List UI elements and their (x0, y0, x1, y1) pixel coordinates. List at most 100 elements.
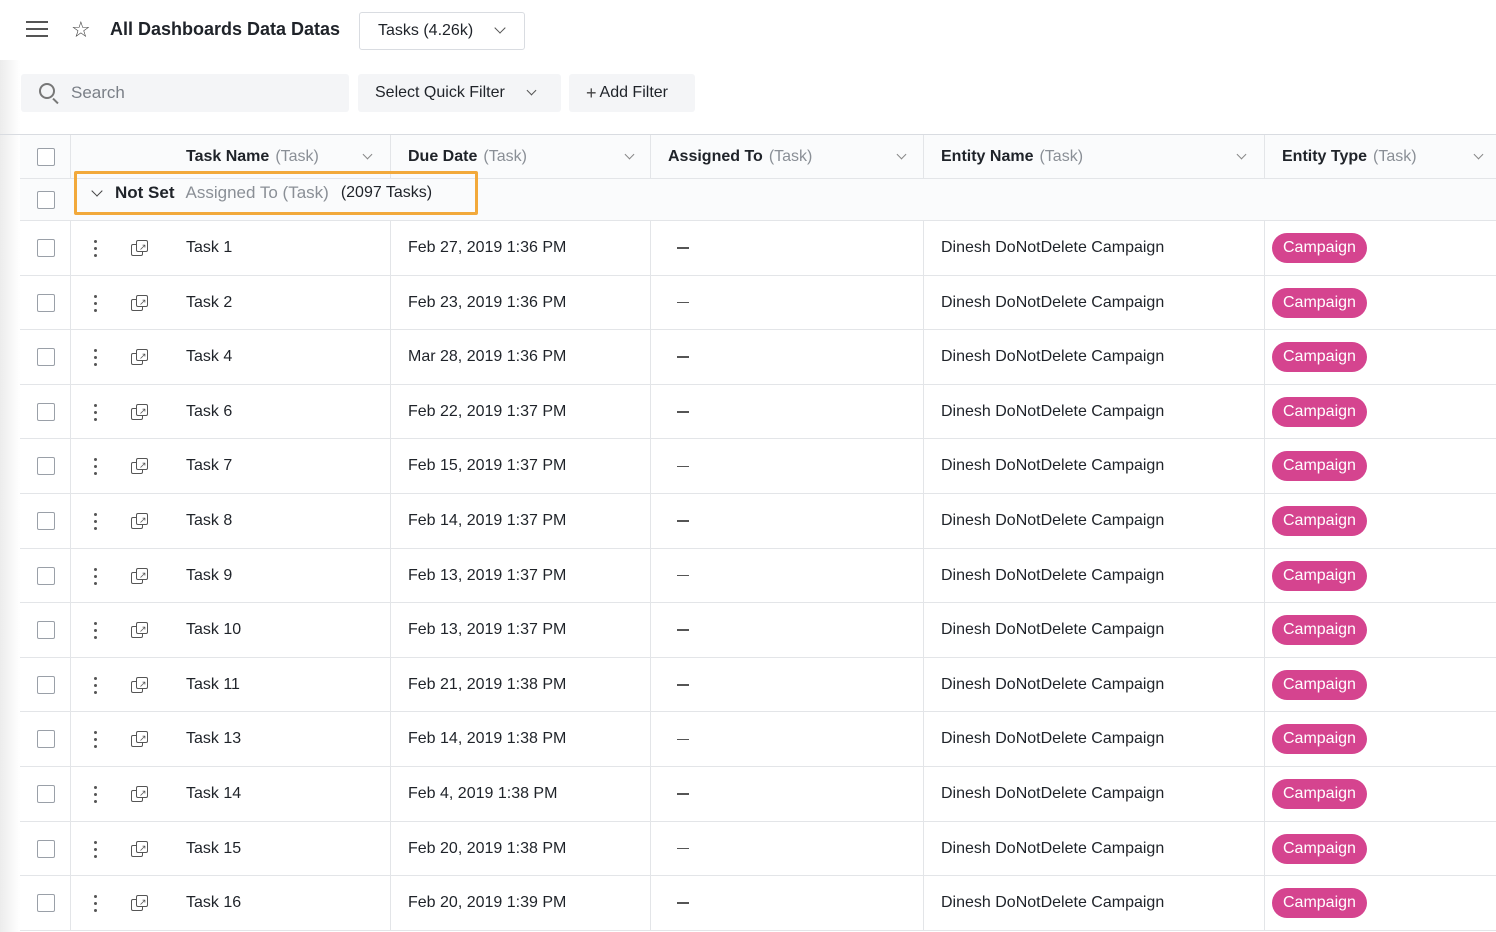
due-date-cell: Feb 14, 2019 1:37 PM (408, 511, 567, 529)
row-select-checkbox[interactable] (37, 839, 55, 858)
row-select-checkbox[interactable] (37, 621, 55, 640)
open-record-icon[interactable]: ↗ (131, 785, 149, 803)
row-select-checkbox[interactable] (37, 675, 55, 694)
table-row[interactable]: ↗ Task 6 Feb 22, 2019 1:37 PM Dinesh DoNotD… (20, 384, 1496, 440)
kebab-menu-icon[interactable] (94, 240, 98, 258)
kebab-menu-icon[interactable] (94, 840, 98, 859)
kebab-menu-icon[interactable] (94, 512, 98, 531)
row-select-checkbox[interactable] (37, 239, 55, 257)
table-row[interactable]: ↗ Task 11 Feb 21, 2019 1:38 PM Dinesh DoNot… (20, 657, 1496, 713)
assigned-to-cell (677, 276, 689, 330)
task-name-cell[interactable]: Task 16 (186, 876, 241, 930)
row-select-checkbox[interactable] (37, 894, 55, 913)
chevron-down-icon[interactable] (91, 185, 103, 197)
table-row[interactable]: ↗ Task 10 Feb 13, 2019 1:37 PM Dinesh DoNot… (20, 603, 1496, 658)
open-record-icon[interactable]: ↗ (131, 840, 149, 858)
star-icon[interactable]: ☆ (71, 18, 91, 42)
group-select-checkbox[interactable] (37, 191, 55, 209)
kebab-menu-icon[interactable] (94, 731, 98, 749)
assigned-to-cell (677, 822, 689, 876)
task-name-cell[interactable]: Task 9 (186, 549, 232, 603)
task-name-cell[interactable]: Task 10 (186, 603, 241, 657)
view-selector-dropdown[interactable]: Tasks (4.26k) (359, 12, 525, 50)
chevron-down-icon (494, 22, 506, 34)
kebab-menu-icon[interactable] (94, 895, 98, 913)
column-header-entity-name[interactable]: Entity Name (Task) (941, 135, 1264, 179)
open-record-icon[interactable]: ↗ (131, 676, 149, 694)
row-select-checkbox[interactable] (37, 566, 55, 585)
open-record-icon[interactable]: ↗ (131, 567, 149, 585)
due-date-cell: Feb 27, 2019 1:36 PM (408, 239, 567, 256)
select-all-checkbox[interactable] (37, 148, 55, 166)
open-record-icon[interactable]: ↗ (131, 403, 149, 421)
kebab-menu-icon[interactable] (94, 294, 98, 313)
task-name-cell[interactable]: Task 15 (186, 822, 241, 876)
hamburger-menu-icon[interactable] (26, 21, 50, 39)
assigned-to-cell (677, 603, 689, 657)
column-header-entity-type[interactable]: Entity Type (Task) (1282, 135, 1496, 179)
task-name-cell[interactable]: Task 6 (186, 385, 232, 439)
open-record-icon[interactable]: ↗ (131, 294, 149, 312)
chevron-down-icon[interactable] (1236, 149, 1247, 160)
column-header-assigned-to[interactable]: Assigned To (Task) (668, 135, 923, 179)
group-header-not-set[interactable]: Not Set Assigned To (Task) (2097 Tasks) (74, 171, 478, 215)
assigned-to-cell (677, 767, 689, 821)
kebab-menu-icon[interactable] (94, 403, 98, 422)
search-input[interactable] (71, 74, 341, 112)
task-name-cell[interactable]: Task 4 (186, 330, 232, 384)
open-record-icon[interactable]: ↗ (131, 458, 149, 475)
open-record-icon[interactable]: ↗ (131, 895, 149, 912)
open-record-icon[interactable]: ↗ (131, 349, 149, 366)
chevron-down-icon[interactable] (896, 149, 907, 160)
quick-filter-label: Select Quick Filter (375, 84, 505, 101)
page-title: All Dashboards Data Datas (110, 19, 341, 39)
group-value: Not Set (115, 183, 175, 202)
task-name-cell[interactable]: Task 7 (186, 439, 232, 493)
open-record-icon[interactable]: ↗ (131, 512, 149, 530)
quick-filter-dropdown[interactable]: Select Quick Filter (358, 74, 561, 112)
table-row[interactable]: ↗ Task 16 Feb 20, 2019 1:39 PM Dinesh DoNot… (20, 876, 1496, 931)
table-row[interactable]: ↗ Task 2 Feb 23, 2019 1:36 PM Dinesh DoNotD… (20, 275, 1496, 331)
kebab-menu-icon[interactable] (94, 349, 98, 367)
table-row[interactable]: ↗ Task 4 Mar 28, 2019 1:36 PM Dinesh DoNotD… (20, 330, 1496, 385)
task-name-cell[interactable]: Task 13 (186, 712, 241, 766)
open-record-icon[interactable]: ↗ (131, 240, 149, 257)
kebab-menu-icon[interactable] (94, 622, 98, 640)
entity-type-cell: Campaign (1272, 276, 1367, 330)
kebab-menu-icon[interactable] (94, 458, 98, 476)
kebab-menu-icon[interactable] (94, 676, 98, 695)
task-name-cell[interactable]: Task 14 (186, 767, 241, 821)
open-record-icon[interactable]: ↗ (131, 731, 149, 748)
empty-value-dash (677, 629, 689, 631)
entity-type-badge: Campaign (1272, 287, 1367, 318)
row-select-checkbox[interactable] (37, 511, 55, 530)
entity-type-cell: Campaign (1272, 767, 1367, 821)
table-row[interactable]: ↗ Task 15 Feb 20, 2019 1:38 PM Dinesh DoNot… (20, 821, 1496, 877)
chevron-down-icon[interactable] (624, 149, 635, 160)
table-row[interactable]: ↗ Task 7 Feb 15, 2019 1:37 PM Dinesh DoNotD… (20, 439, 1496, 494)
assigned-to-cell (677, 658, 689, 712)
task-name-cell[interactable]: Task 2 (186, 276, 232, 330)
table-row[interactable]: ↗ Task 13 Feb 14, 2019 1:38 PM Dinesh DoNot… (20, 712, 1496, 767)
row-select-checkbox[interactable] (37, 402, 55, 421)
row-select-checkbox[interactable] (37, 784, 55, 803)
table-row[interactable]: ↗ Task 8 Feb 14, 2019 1:37 PM Dinesh DoNotD… (20, 493, 1496, 549)
open-record-icon[interactable]: ↗ (131, 622, 149, 639)
table-row[interactable]: ↗ Task 9 Feb 13, 2019 1:37 PM Dinesh DoNotD… (20, 548, 1496, 604)
chevron-down-icon[interactable] (1473, 149, 1484, 160)
chevron-down-icon[interactable] (362, 149, 373, 160)
kebab-menu-icon[interactable] (94, 567, 98, 586)
entity-type-badge: Campaign (1272, 724, 1367, 755)
search-box (21, 74, 349, 112)
task-name-cell[interactable]: Task 8 (186, 494, 232, 548)
add-filter-button[interactable]: + Add Filter (569, 74, 695, 112)
table-row[interactable]: ↗ Task 14 Feb 4, 2019 1:38 PM Dinesh DoNotD… (20, 766, 1496, 822)
task-name-cell[interactable]: Task 11 (186, 658, 240, 712)
row-select-checkbox[interactable] (37, 730, 55, 749)
row-select-checkbox[interactable] (37, 293, 55, 312)
task-name-cell[interactable]: Task 1 (186, 221, 232, 275)
kebab-menu-icon[interactable] (94, 785, 98, 804)
row-select-checkbox[interactable] (37, 457, 55, 476)
row-select-checkbox[interactable] (37, 348, 55, 367)
table-row[interactable]: ↗ Task 1 Feb 27, 2019 1:36 PM Dinesh DoNotD… (20, 221, 1496, 276)
